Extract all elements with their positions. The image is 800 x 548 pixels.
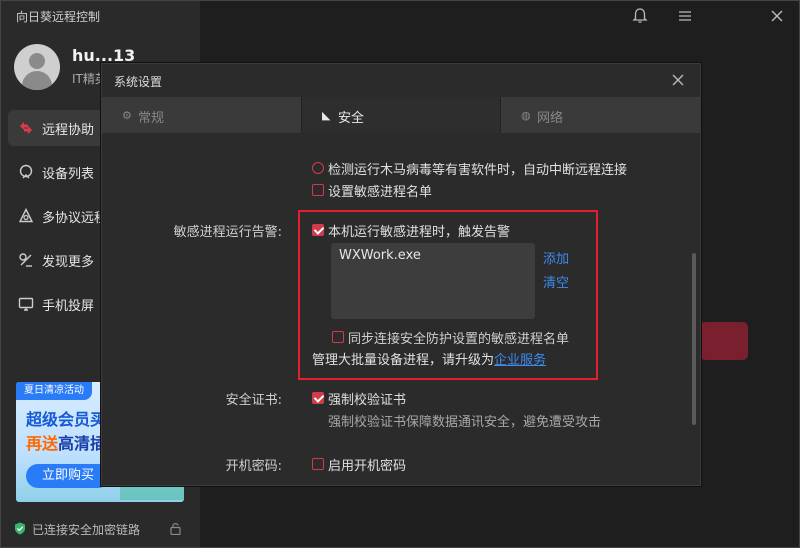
sensitive-alert-label: 敏感进程运行告警: — [173, 225, 282, 240]
upgrade-hint: 管理大批量设备进程，请升级为企业服务 — [312, 349, 546, 368]
sidebar-item-label: 远程协助 — [42, 123, 95, 138]
status-text: 已连接安全加密链路 — [32, 523, 141, 537]
scrollbar[interactable] — [692, 253, 696, 425]
app-title: 向日葵远程控制 — [16, 10, 101, 24]
sensitive-alert-checkbox[interactable] — [312, 224, 324, 236]
sensitive-process-list[interactable]: WXWork.exe — [331, 243, 535, 319]
gear-icon: ⚙ — [122, 109, 132, 122]
tab-security[interactable]: ◣ 安全 — [302, 97, 500, 133]
sensitive-list-checkbox[interactable] — [312, 184, 324, 196]
avatar-head — [29, 53, 45, 69]
shield-check-icon — [15, 522, 25, 535]
tab-general[interactable]: ⚙ 常规 — [102, 97, 302, 133]
option-text: 本机运行敏感进程时，触发告警 — [328, 225, 511, 240]
sync-sensitive-checkbox[interactable] — [332, 331, 344, 343]
globe-icon: ◍ — [521, 109, 531, 122]
option-text: 同步连接安全防护设置的敏感进程名单 — [348, 332, 570, 347]
avatar[interactable] — [14, 44, 60, 90]
option-text: 检测运行木马病毒等有害软件时，自动中断远程连接 — [328, 163, 628, 178]
promo-headline: 超级会员买 — [26, 410, 107, 429]
menu-icon[interactable] — [675, 6, 695, 26]
promo-tag: 夏日清凉活动 — [16, 382, 92, 400]
promo-highlight: 再送 — [26, 434, 59, 453]
list-item[interactable]: WXWork.exe — [339, 248, 421, 263]
boot-password-label: 开机密码: — [225, 459, 282, 474]
connect-button-peek[interactable] — [700, 322, 748, 360]
title-bar: 向日葵远程控制 — [0, 0, 800, 32]
sidebar-item-label: 手机投屏 — [42, 299, 95, 314]
discover-icon — [19, 253, 32, 267]
tab-label: 网络 — [537, 111, 564, 126]
enterprise-service-link[interactable]: 企业服务 — [494, 353, 546, 368]
connection-status: 已连接安全加密链路 — [14, 520, 194, 538]
clear-process-button[interactable]: 清空 — [543, 272, 569, 291]
screen-cast-icon — [18, 297, 34, 311]
settings-tabs: ⚙ 常规 ◣ 安全 ◍ 网络 — [102, 97, 700, 133]
bell-icon[interactable] — [630, 6, 650, 26]
remote-assist-icon — [20, 122, 32, 134]
avatar-body — [22, 71, 52, 90]
shield-icon: ◣ — [322, 109, 331, 122]
cert-label: 安全证书: — [225, 393, 282, 408]
sidebar-item-label: 发现更多 — [42, 255, 95, 270]
close-icon[interactable] — [767, 6, 787, 26]
boot-password-checkbox[interactable] — [312, 458, 324, 470]
dialog-close-icon[interactable] — [670, 72, 686, 88]
promo-subheadline: 再送高清插 — [26, 430, 106, 454]
option-text: 强制校验证书 — [328, 393, 407, 408]
option-text: 设置敏感进程名单 — [328, 185, 433, 200]
tab-network[interactable]: ◍ 网络 — [501, 97, 700, 133]
dialog-title: 系统设置 — [114, 75, 163, 89]
security-settings-panel: 检测运行木马病毒等有害软件时，自动中断远程连接 设置敏感进程名单 敏感进程运行告… — [102, 133, 700, 485]
multi-protocol-icon — [18, 208, 34, 223]
sidebar-item-label: 多协议远程 — [42, 211, 108, 226]
buy-now-button[interactable]: 立即购买 — [26, 464, 110, 488]
upgrade-text: 管理大批量设备进程，请升级为 — [312, 353, 495, 368]
option-text: 启用开机密码 — [328, 459, 407, 474]
sidebar-item-label: 设备列表 — [42, 167, 95, 182]
device-list-icon — [19, 164, 33, 179]
lock-icon[interactable] — [170, 522, 181, 535]
tab-label: 常规 — [138, 111, 165, 126]
add-process-button[interactable]: 添加 — [543, 248, 569, 267]
trojan-detect-radio[interactable] — [312, 162, 324, 174]
promo-subheadline-rest: 高清插 — [58, 434, 107, 453]
settings-dialog: 系统设置 ⚙ 常规 ◣ 安全 ◍ 网络 检测运行木马病毒等有害软件时，自动中断远… — [101, 63, 701, 486]
tab-label: 安全 — [338, 111, 365, 126]
force-cert-checkbox[interactable] — [312, 392, 324, 404]
cert-description: 强制校验证书保障数据通讯安全，避免遭受攻击 — [328, 415, 602, 430]
